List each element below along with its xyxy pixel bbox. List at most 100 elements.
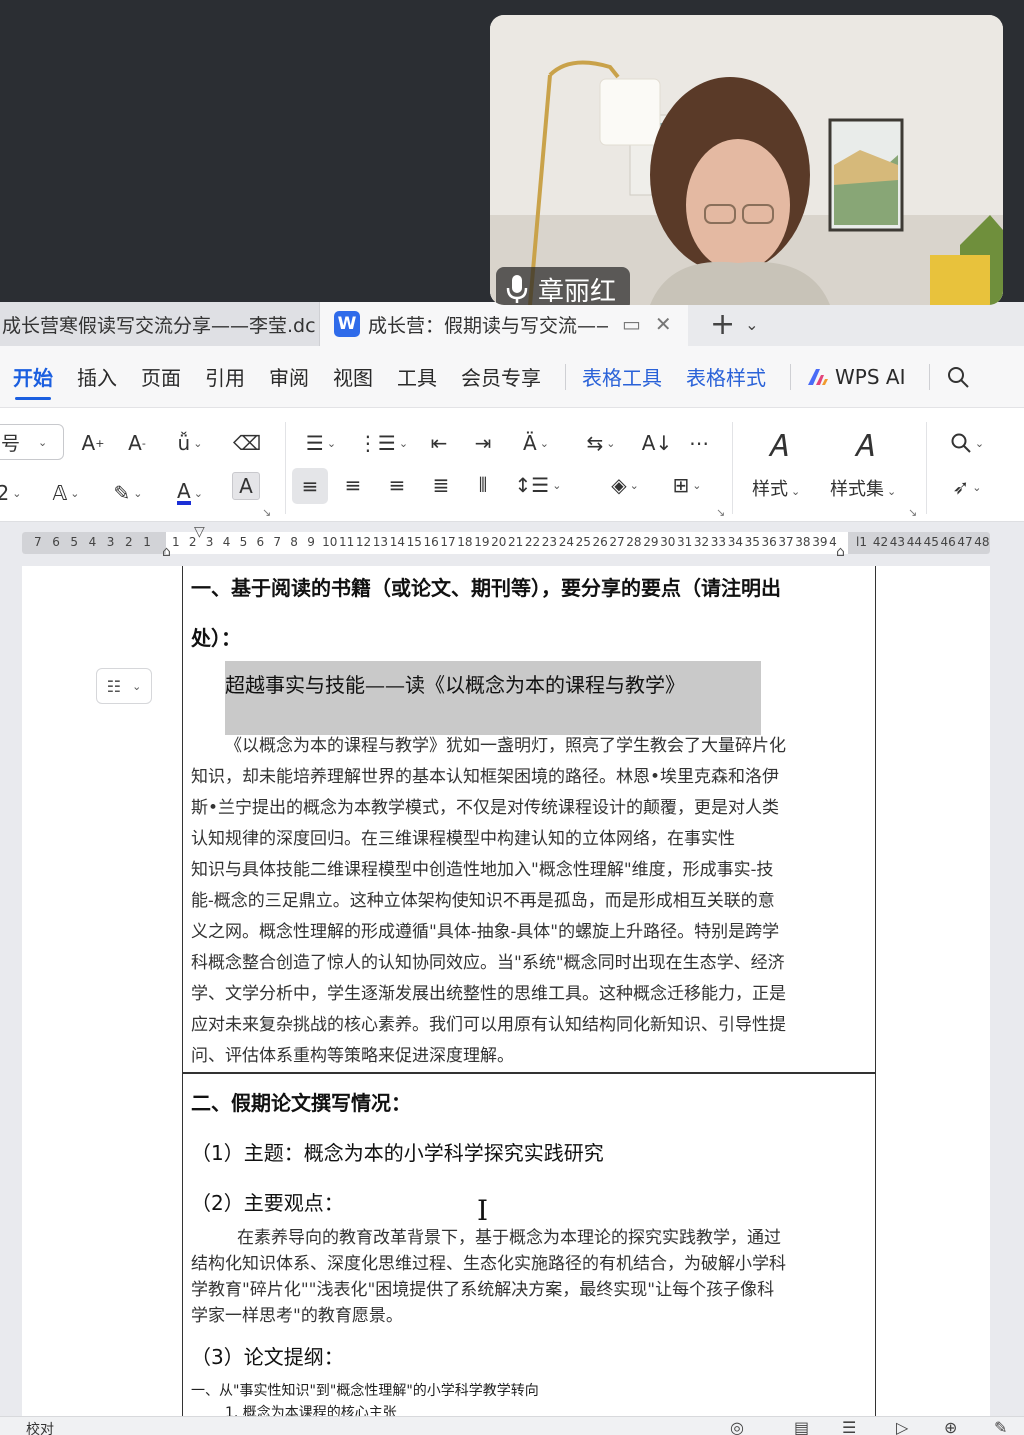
horizontal-ruler[interactable]: 7 6 5 4 3 2 1 1 2 3 4 5 6 7 8 9 10 11 12 13 14 15 16 17 18 19 20 21… <box>22 524 990 560</box>
style-set-button[interactable]: 样式集 ⌄ <box>830 475 896 501</box>
ruler-number: 20 <box>491 535 507 549</box>
monitor-icon[interactable]: ▭ <box>622 312 641 336</box>
menu-references[interactable]: 引用 <box>205 346 245 408</box>
menu-page[interactable]: 页面 <box>141 346 181 408</box>
right-indent-marker[interactable]: ⌂ <box>836 544 845 560</box>
menu-divider <box>565 363 566 390</box>
menu-table-tools[interactable]: 表格工具 <box>582 346 662 408</box>
sort-icon[interactable]: A↓ <box>642 428 672 458</box>
menu-member[interactable]: 会员专享 <box>461 346 541 408</box>
status-bar: 校对 ◎ ▤ ☰ ▷ ⊕ ✎ <box>0 1416 1024 1435</box>
style-set-icon[interactable]: 𝐴 <box>844 426 884 466</box>
first-line-indent-marker[interactable]: ▽ <box>194 524 205 540</box>
book-review-paragraph: 《以概念为本的课程与教学》犹如一盏明灯，照亮了学生教会了大量碎片化 知识，却未能… <box>191 731 871 1072</box>
font-dialog-launcher-icon[interactable]: ↘ <box>262 506 271 519</box>
align-left-icon[interactable]: ≡ <box>292 468 328 504</box>
left-indent-marker[interactable]: ⌂ <box>162 544 171 560</box>
ruler-number: 45 <box>923 535 939 549</box>
pen-icon[interactable]: ✎ <box>994 1418 1007 1435</box>
phonetic-guide-icon[interactable]: ǚ ⌄ <box>168 428 212 458</box>
para-line: 学、文学分析中，学生逐渐发展出统整性的思维工具。这种概念迁移能力，正是 <box>191 984 786 1004</box>
new-tab-plus-icon[interactable]: + <box>710 307 735 342</box>
font-color-icon[interactable]: A ⌄ <box>168 478 212 508</box>
ruler-number: 21 <box>508 535 524 549</box>
align-right-icon[interactable]: ≡ <box>382 470 412 500</box>
ribbon-toolbar: 号 ⌄ A + A- ǚ ⌄ ⌫ 2 ⌄ 𝔸 ⌄ ✎ ⌄ A ⌄ A ↘ ☰ ⌄ ⋮☰ ⌄ ⇤ … <box>0 408 1024 522</box>
borders-icon[interactable]: ⊞ ⌄ <box>664 470 710 500</box>
book-title: 超越事实与技能——读《以概念为本的课程与教学》 <box>225 673 685 697</box>
ruler-number: 25 <box>575 535 591 549</box>
outline-view-icon[interactable]: ☰ <box>842 1418 856 1435</box>
document-tab-title: 成长营：假期读与写交流—— <box>368 314 608 337</box>
proofread-status[interactable]: 校对 <box>26 1419 54 1435</box>
outline-heading: （3）论文提纲： <box>191 1345 344 1369</box>
ruler-number: 28 <box>626 535 642 549</box>
menu-tools[interactable]: 工具 <box>397 346 437 408</box>
microphone-icon <box>506 274 528 304</box>
numbered-list-icon[interactable]: ⋮☰ ⌄ <box>358 428 408 458</box>
wps-ai-label: WPS AI <box>835 364 906 389</box>
chevron-down-icon[interactable]: ⌄ <box>745 315 758 334</box>
web-view-icon[interactable]: ⊕ <box>944 1418 957 1435</box>
character-shading-icon[interactable]: A <box>232 472 260 500</box>
ruler-number: l1 <box>856 535 867 549</box>
align-center-icon[interactable]: ≡ <box>338 470 368 500</box>
outline-line: 一、从"事实性知识"到"概念性理解"的小学科学教学转向 <box>191 1383 539 1399</box>
page-view-icon[interactable]: ▤ <box>794 1418 809 1435</box>
text-direction-icon[interactable]: ⇆ ⌄ <box>578 428 624 458</box>
para-line: 知识与具体技能二维课程模型中创造性地加入"概念性理解"维度，形成事实-技 <box>191 860 774 880</box>
shrink-font-icon[interactable]: A- <box>124 428 150 458</box>
font-size-value: 号 <box>1 432 21 455</box>
styles-dialog-launcher-icon[interactable]: ↘ <box>908 506 917 519</box>
highlight-icon[interactable]: ✎ ⌄ <box>106 478 150 508</box>
font-size-fragment[interactable]: 2 ⌄ <box>0 478 24 508</box>
shading-icon[interactable]: ◈ ⌄ <box>602 470 648 500</box>
styles-button[interactable]: 样式 ⌄ <box>752 475 800 501</box>
document-page[interactable]: ☷ ⌄ 一、基于阅读的书籍（或论文、期刊等），要分享的要点（请注明出 处）： 超… <box>22 566 990 1426</box>
focus-mode-icon[interactable]: ◎ <box>730 1418 744 1435</box>
show-marks-icon[interactable]: ⋯ <box>684 428 714 458</box>
distributed-align-icon[interactable]: ⫴ <box>468 470 498 500</box>
text-effect-icon[interactable]: 𝔸 ⌄ <box>44 478 88 508</box>
ruler-number: 10 <box>322 535 338 549</box>
menu-view[interactable]: 视图 <box>333 346 373 408</box>
find-icon[interactable]: ⌄ <box>942 428 992 458</box>
font-size-select[interactable]: 号 ⌄ <box>0 424 64 460</box>
menu-insert[interactable]: 插入 <box>77 346 117 408</box>
grow-font-icon[interactable]: A + <box>80 428 106 458</box>
para-line: 《以概念为本的课程与教学》犹如一盏明灯，照亮了学生教会了大量碎片化 <box>225 736 786 756</box>
ruler-number: 43 <box>889 535 906 549</box>
justify-icon[interactable]: ≣ <box>426 470 456 500</box>
menu-table-style[interactable]: 表格样式 <box>686 346 766 408</box>
ruler-number: 12 <box>355 535 372 549</box>
menu-review[interactable]: 审阅 <box>269 346 309 408</box>
close-tab-icon[interactable]: ✕ <box>655 312 672 336</box>
document-tab-2[interactable]: W 成长营：假期读与写交流—— ▭ ✕ <box>320 302 688 346</box>
paragraph-dialog-launcher-icon[interactable]: ↘ <box>716 506 725 519</box>
ruler-number: 47 <box>957 535 973 549</box>
ruler-number: 11 <box>339 535 355 549</box>
styles-icon[interactable]: 𝐴 <box>758 426 798 466</box>
clear-format-icon[interactable]: ⌫ <box>232 428 262 458</box>
selected-book-title[interactable]: 超越事实与技能——读《以概念为本的课程与教学》 <box>225 661 761 735</box>
bullet-list-icon[interactable]: ☰ ⌄ <box>298 428 344 458</box>
paragraph-handle[interactable]: ☷ ⌄ <box>96 668 152 704</box>
document-tab-1[interactable]: 成长营寒假读写交流分享——李莹.dc <box>0 302 320 346</box>
speaker-video-image <box>490 15 1003 305</box>
menu-wps-ai[interactable]: WPS AI <box>807 346 905 408</box>
decrease-indent-icon[interactable]: ⇤ <box>424 428 454 458</box>
menu-home[interactable]: 开始 <box>13 346 53 408</box>
ruler-number: 1 <box>172 535 180 549</box>
chinese-layout-icon[interactable]: Ä ⌄ <box>512 428 560 458</box>
video-tile[interactable]: 章丽红 <box>490 15 1003 305</box>
increase-indent-icon[interactable]: ⇥ <box>468 428 498 458</box>
ruler-number: 8 <box>290 535 298 549</box>
section1-heading: 一、基于阅读的书籍（或论文、期刊等），要分享的要点（请注明出 <box>191 576 781 600</box>
ruler-number: 6 <box>256 535 265 549</box>
ruler-number: 1 <box>143 535 151 549</box>
ruler-number: 15 <box>406 535 422 549</box>
search-icon[interactable] <box>946 346 970 408</box>
line-spacing-icon[interactable]: ↕☰ ⌄ <box>514 470 562 500</box>
select-pointer-icon[interactable]: ➶ ⌄ <box>942 472 992 502</box>
play-icon[interactable]: ▷ <box>896 1418 908 1435</box>
